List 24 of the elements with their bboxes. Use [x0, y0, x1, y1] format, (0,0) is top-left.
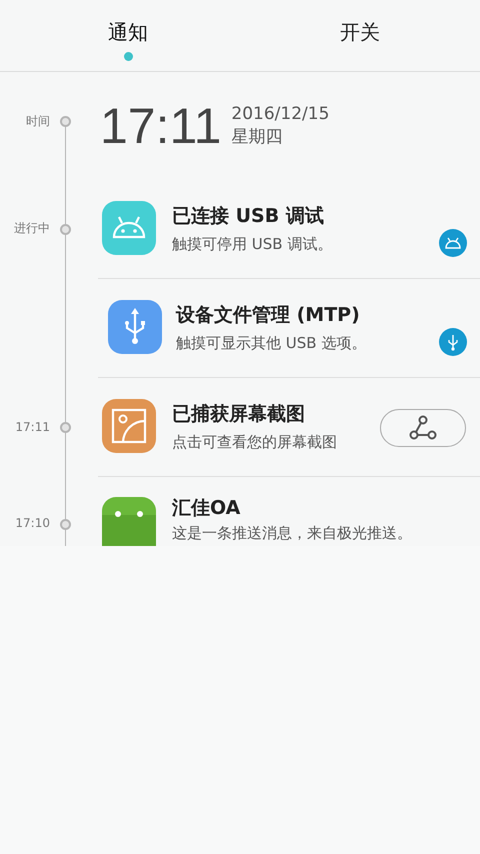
- date-text: 2016/12/15: [231, 103, 330, 126]
- notification-title: 设备文件管理 (MTP): [176, 302, 360, 328]
- android-app-icon[interactable]: [102, 497, 156, 546]
- android-app-icon[interactable]: [102, 201, 156, 255]
- selected-dot: [124, 52, 133, 61]
- timeline-label: 17:11: [15, 420, 50, 434]
- notification-title: 已连接 USB 调试: [172, 204, 324, 228]
- weekday-text: 星期四: [231, 126, 284, 149]
- notification-text: 这是一条推送消息，来自极光推送。: [172, 524, 412, 543]
- usb-app-icon[interactable]: [108, 300, 162, 354]
- notification-title: 汇佳OA: [172, 496, 240, 521]
- clock-time: 17:11: [100, 97, 222, 155]
- share-icon: [408, 414, 438, 440]
- timeline-label: 进行中: [14, 220, 50, 237]
- timeline-label: 时间: [26, 112, 50, 130]
- share-button[interactable]: [380, 408, 466, 446]
- notification-title: 已捕获屏幕截图: [172, 402, 305, 426]
- timeline-label: 17:10: [15, 516, 50, 530]
- usb-badge-icon: [439, 328, 467, 356]
- notification-text: 触摸可显示其他 USB 选项。: [176, 334, 366, 352]
- notification-text: 触摸可停用 USB 调试。: [172, 234, 332, 254]
- notification-text: 点击可查看您的屏幕截图: [172, 432, 337, 452]
- image-app-icon[interactable]: [102, 399, 156, 453]
- android-badge-icon: [439, 228, 467, 256]
